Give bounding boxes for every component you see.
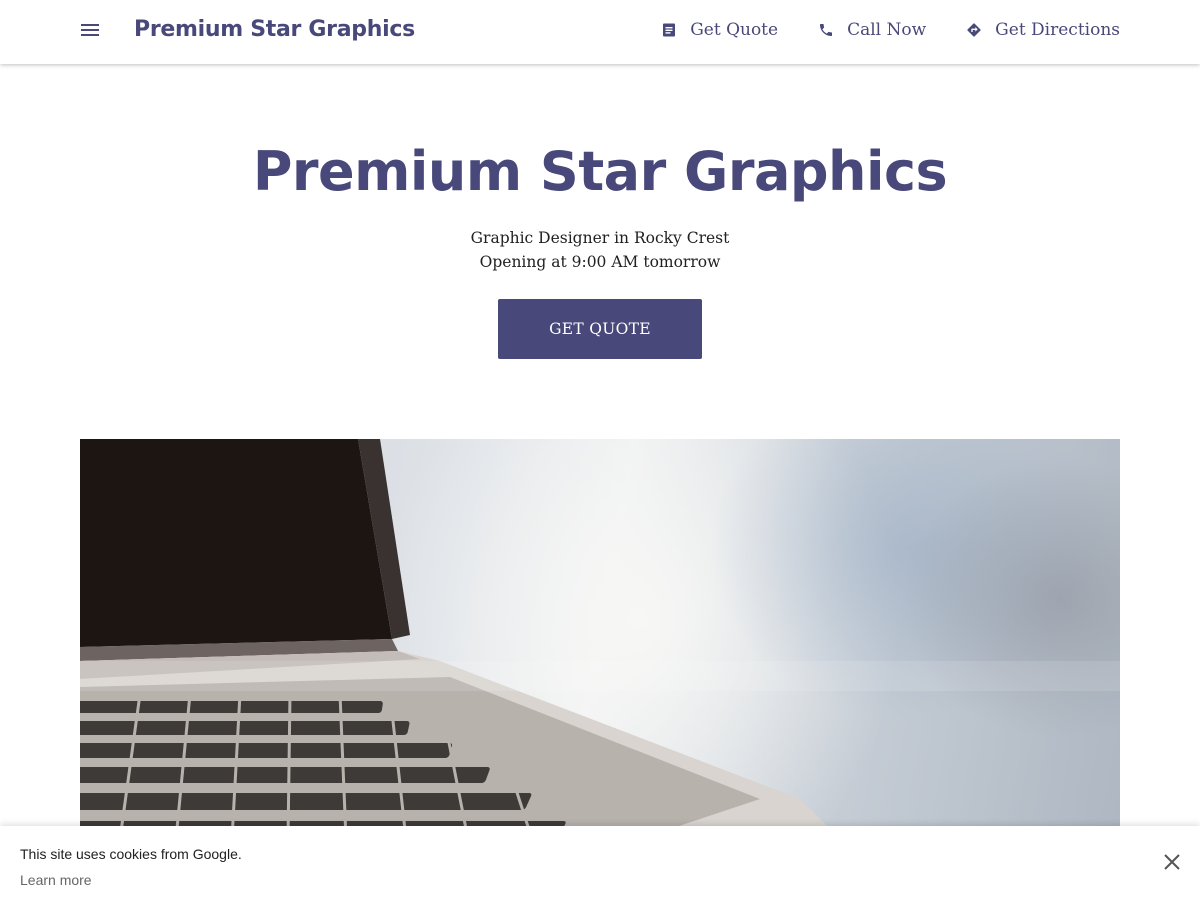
top-app-bar: Premium Star Graphics Get Quote Call Now… (0, 0, 1200, 64)
cookie-message: This site uses cookies from Google. (20, 846, 242, 862)
nav-get-quote[interactable]: Get Quote (661, 20, 778, 40)
nav-get-directions[interactable]: Get Directions (966, 20, 1120, 40)
directions-icon (966, 22, 982, 38)
get-quote-button[interactable]: GET QUOTE (498, 299, 702, 359)
nav-call-now-label: Call Now (847, 20, 927, 40)
learn-more-link[interactable]: Learn more (20, 872, 92, 888)
nav-call-now[interactable]: Call Now (818, 20, 926, 40)
hero-subtitle: Graphic Designer in Rocky Crest (470, 229, 730, 247)
cookie-banner: This site uses cookies from Google. Lear… (0, 826, 1200, 900)
hero-title: Premium Star Graphics (252, 140, 948, 203)
hero-hours-status: Opening at 9:00 AM tomorrow (479, 253, 721, 271)
nav-get-quote-label: Get Quote (690, 20, 779, 40)
phone-icon (818, 22, 834, 38)
nav-get-directions-label: Get Directions (995, 20, 1120, 40)
site-brand[interactable]: Premium Star Graphics (134, 17, 415, 42)
hero-image (80, 439, 1120, 839)
document-icon (661, 22, 677, 38)
menu-icon[interactable] (80, 22, 100, 42)
header-nav: Get Quote Call Now Get Directions (621, 20, 1120, 40)
close-icon[interactable] (1163, 853, 1181, 871)
